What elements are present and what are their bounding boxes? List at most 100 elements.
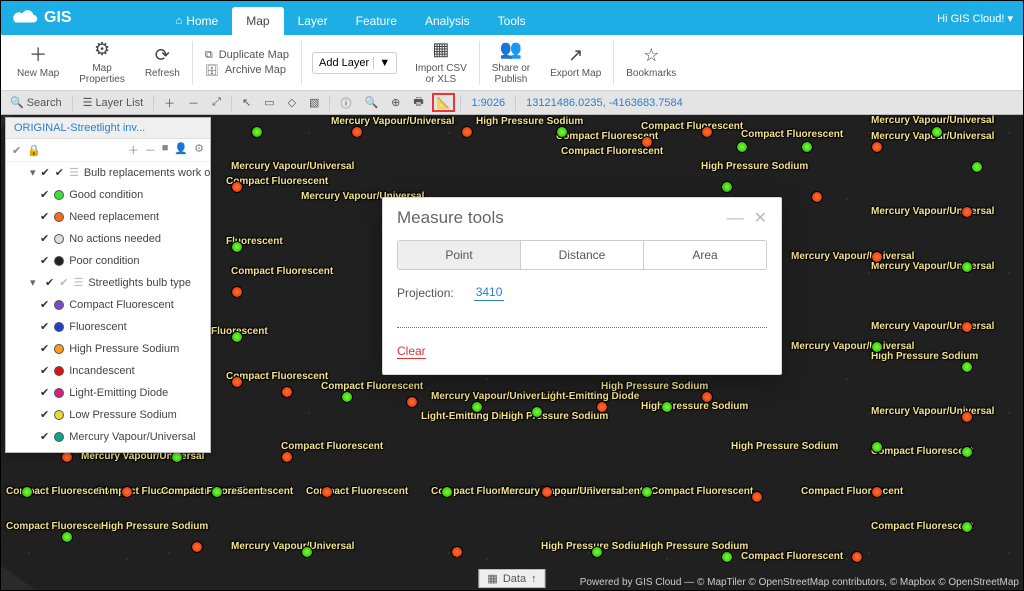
- tab-point[interactable]: Point: [398, 241, 521, 269]
- search-tool[interactable]: 🔍Search: [5, 94, 67, 111]
- layer-row[interactable]: ✔Compact Fluorescent: [6, 294, 210, 316]
- map-point[interactable]: [961, 321, 973, 333]
- select-poly-tool[interactable]: ◇: [283, 94, 301, 111]
- clear-select-tool[interactable]: ▧: [304, 94, 324, 111]
- clear-button[interactable]: Clear: [397, 344, 426, 359]
- map-point[interactable]: [351, 126, 363, 138]
- bookmarks-button[interactable]: ☆Bookmarks: [616, 35, 686, 91]
- identify-tool[interactable]: ⓘ: [335, 93, 356, 113]
- nav-home[interactable]: ⌂Home: [162, 7, 233, 35]
- archive-map-button[interactable]: 🗄Archive Map: [205, 64, 289, 77]
- layer-panel-title[interactable]: ORIGINAL-Streetlight inv...: [6, 118, 210, 139]
- map-point[interactable]: [231, 181, 243, 193]
- add-layer-icon[interactable]: ＋: [128, 142, 139, 158]
- map-point[interactable]: [251, 126, 263, 138]
- user-dropdown[interactable]: Hi GIS Cloud! ▾: [937, 12, 1013, 25]
- layer-row[interactable]: ✔No actions needed: [6, 228, 210, 250]
- map-point[interactable]: [871, 341, 883, 353]
- projection-value[interactable]: 3410: [474, 284, 505, 301]
- map-point[interactable]: [961, 206, 973, 218]
- map-point[interactable]: [801, 141, 813, 153]
- zoom-out-tool[interactable]: －: [183, 93, 204, 113]
- map-point[interactable]: [871, 486, 883, 498]
- zoom-extent-tool[interactable]: ⤢: [207, 94, 226, 111]
- new-map-button[interactable]: ＋New Map: [7, 35, 69, 91]
- map-point[interactable]: [701, 391, 713, 403]
- layer-row[interactable]: ✔Poor condition: [6, 250, 210, 272]
- nav-analysis[interactable]: Analysis: [411, 7, 484, 35]
- map-point[interactable]: [461, 126, 473, 138]
- nav-feature[interactable]: Feature: [342, 7, 411, 35]
- layer-row[interactable]: ✔Incandescent: [6, 360, 210, 382]
- pointer-tool[interactable]: ↖: [237, 94, 256, 111]
- map-point[interactable]: [871, 441, 883, 453]
- layer-row[interactable]: ✔High Pressure Sodium: [6, 338, 210, 360]
- map-point[interactable]: [871, 251, 883, 263]
- map-point[interactable]: [971, 161, 983, 173]
- map-point[interactable]: [471, 401, 483, 413]
- map-point[interactable]: [21, 486, 33, 498]
- map-point[interactable]: [961, 411, 973, 423]
- map-point[interactable]: [641, 136, 653, 148]
- tab-area[interactable]: Area: [644, 241, 766, 269]
- map-point[interactable]: [736, 141, 748, 153]
- map-point[interactable]: [721, 181, 733, 193]
- map-point[interactable]: [321, 486, 333, 498]
- map-point[interactable]: [231, 331, 243, 343]
- user-layer-icon[interactable]: 👤: [174, 142, 188, 158]
- map-point[interactable]: [961, 521, 973, 533]
- map-point[interactable]: [121, 486, 133, 498]
- folder-icon[interactable]: ■: [162, 142, 169, 158]
- data-panel-toggle[interactable]: ▦Data↑: [478, 569, 545, 588]
- map-point[interactable]: [191, 541, 203, 553]
- map-point[interactable]: [406, 396, 418, 408]
- map-point[interactable]: [231, 241, 243, 253]
- print-tool[interactable]: 🖶: [408, 91, 428, 114]
- map-viewport[interactable]: Compact FluorescentCompact FluorescentCo…: [1, 91, 1023, 590]
- map-point[interactable]: [341, 391, 353, 403]
- map-point[interactable]: [851, 551, 863, 563]
- layer-row[interactable]: ✔Light-Emitting Diode: [6, 382, 210, 404]
- layer-row[interactable]: ✔Mercury Vapour/Universal: [6, 426, 210, 448]
- map-point[interactable]: [721, 551, 733, 563]
- layer-list-tool[interactable]: ☰Layer List: [78, 94, 149, 111]
- map-point[interactable]: [541, 486, 553, 498]
- map-point[interactable]: [556, 126, 568, 138]
- map-point[interactable]: [961, 446, 973, 458]
- close-icon[interactable]: ✕: [754, 210, 767, 227]
- visibility-icon[interactable]: ✔: [12, 144, 21, 157]
- map-point[interactable]: [231, 376, 243, 388]
- map-point[interactable]: [961, 261, 973, 273]
- map-point[interactable]: [596, 401, 608, 413]
- map-point[interactable]: [871, 141, 883, 153]
- minimize-icon[interactable]: —: [727, 208, 744, 227]
- layer-row[interactable]: ✔Metal Halide: [6, 448, 210, 452]
- map-point[interactable]: [641, 486, 653, 498]
- map-point[interactable]: [591, 546, 603, 558]
- map-point[interactable]: [661, 401, 673, 413]
- nav-map[interactable]: Map: [232, 7, 283, 35]
- map-point[interactable]: [281, 386, 293, 398]
- zoom-window-tool[interactable]: 🔍: [359, 94, 383, 111]
- export-map-button[interactable]: ↗Export Map: [540, 35, 611, 91]
- remove-layer-icon[interactable]: －: [145, 142, 156, 158]
- import-csv-button[interactable]: ▦Import CSV or XLS: [405, 35, 477, 91]
- add-layer-button[interactable]: Add Layer▼: [312, 52, 397, 74]
- nav-layer[interactable]: Layer: [284, 7, 342, 35]
- map-point[interactable]: [531, 406, 543, 418]
- map-point[interactable]: [811, 191, 823, 203]
- nav-tools[interactable]: Tools: [484, 7, 540, 35]
- full-extent-tool[interactable]: ⊕: [386, 94, 405, 111]
- scale-display[interactable]: 1:9026: [466, 95, 510, 111]
- map-point[interactable]: [701, 126, 713, 138]
- map-point[interactable]: [751, 491, 763, 503]
- map-point[interactable]: [961, 361, 973, 373]
- layer-row[interactable]: ✔Fluorescent: [6, 316, 210, 338]
- duplicate-map-button[interactable]: ⧉Duplicate Map: [205, 49, 289, 62]
- lock-icon[interactable]: 🔒: [27, 144, 41, 157]
- map-point[interactable]: [281, 451, 293, 463]
- layer-row[interactable]: ✔Need replacement: [6, 206, 210, 228]
- map-point[interactable]: [211, 486, 223, 498]
- map-point[interactable]: [441, 486, 453, 498]
- select-box-tool[interactable]: ▭: [259, 94, 279, 111]
